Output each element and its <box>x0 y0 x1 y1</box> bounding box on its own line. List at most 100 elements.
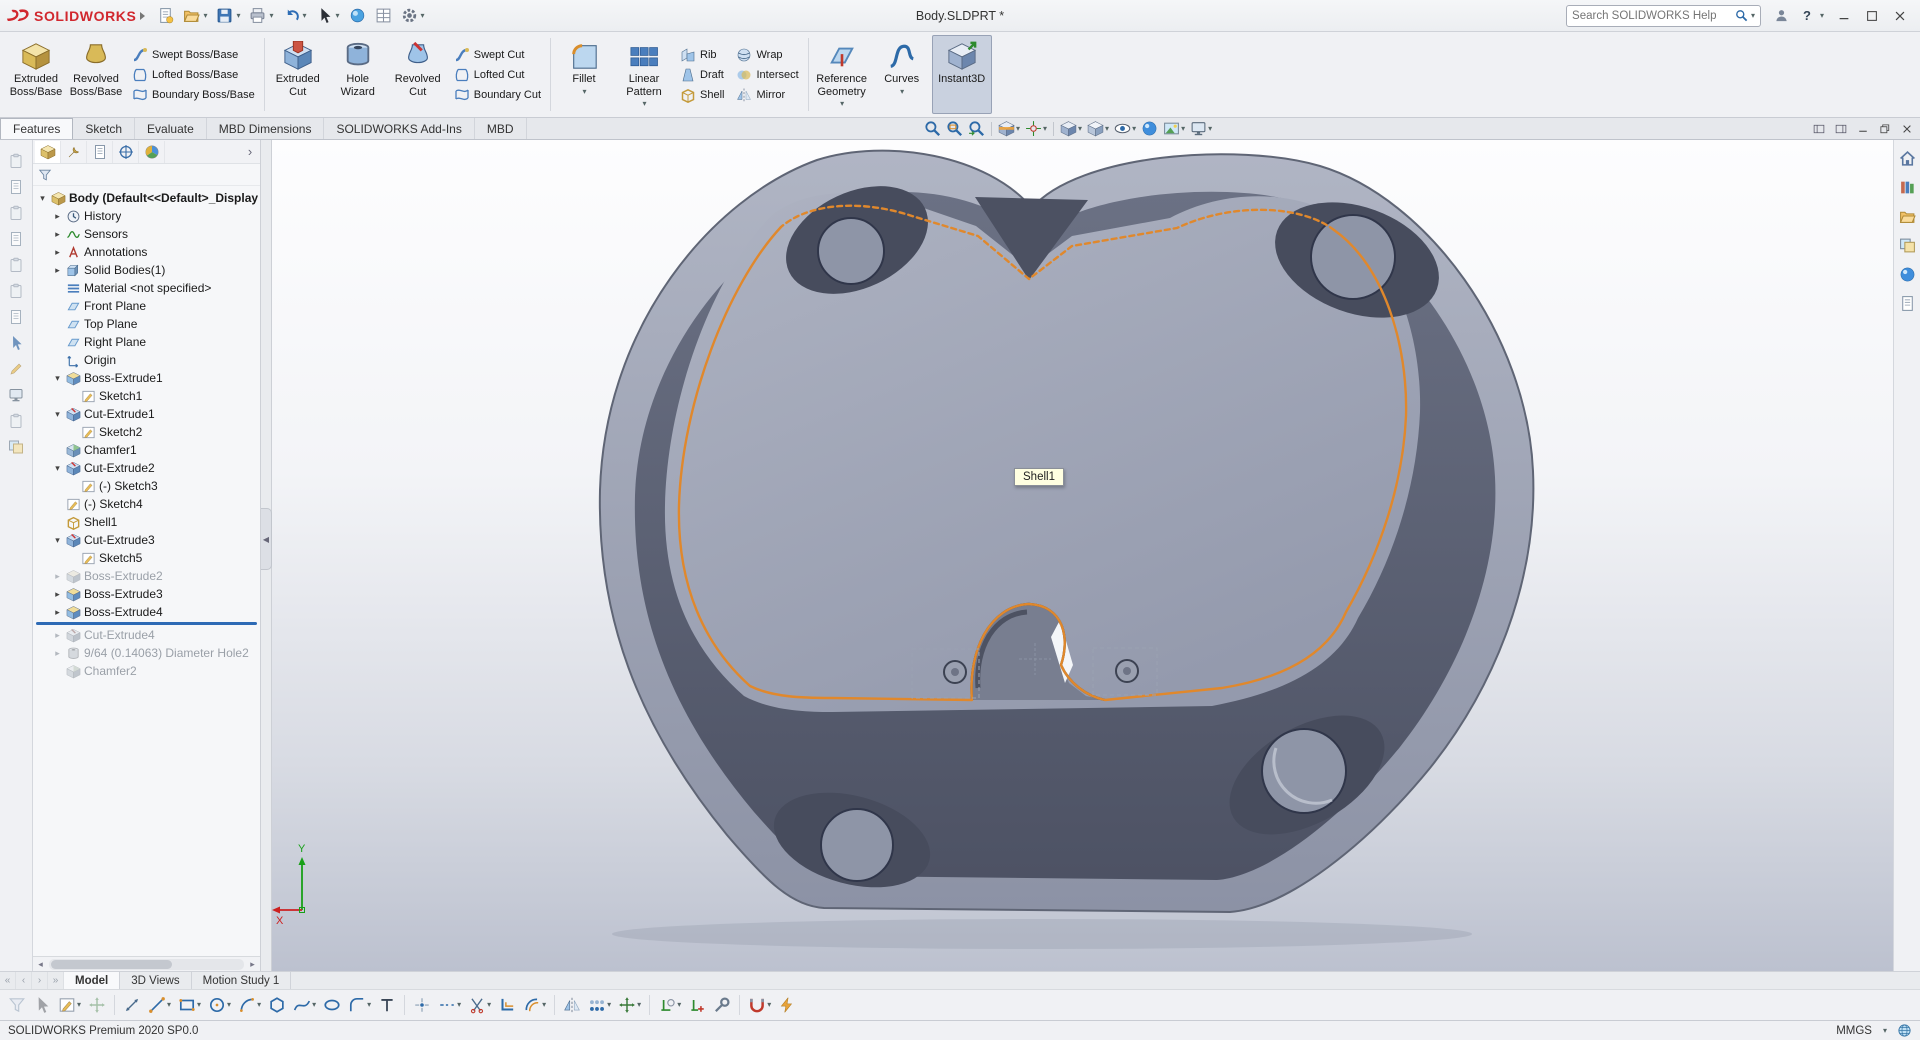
tree-item-material-not-specified[interactable]: Material <not specified> <box>33 279 260 297</box>
help-search-box[interactable]: ▾ <box>1566 5 1761 27</box>
expand-arrow-icon[interactable]: ▸ <box>52 589 63 600</box>
left-rail-button-8[interactable] <box>4 332 28 353</box>
polygon-button[interactable] <box>265 994 289 1016</box>
text-button[interactable] <box>375 994 399 1016</box>
tab-sketch[interactable]: Sketch <box>73 118 135 139</box>
units-caret-icon[interactable]: ▾ <box>1883 1027 1887 1035</box>
left-rail-button-12[interactable] <box>4 436 28 457</box>
hide-show-items-button[interactable]: ▾ <box>1112 119 1138 138</box>
doc-tab-nav-4[interactable]: » <box>48 972 64 989</box>
tree-item-cut-extrude4[interactable]: ▸Cut-Extrude4 <box>33 626 260 644</box>
solidworks-resources-tab[interactable] <box>1896 148 1918 168</box>
propertymanager-tab[interactable] <box>61 141 87 163</box>
panel-splitter[interactable]: ◀ <box>261 140 272 971</box>
tree-item-solid-bodies-1[interactable]: ▸Solid Bodies(1) <box>33 261 260 279</box>
scrollbar-thumb[interactable] <box>51 960 172 969</box>
section-view-button[interactable]: ▾ <box>996 119 1022 138</box>
tree-item-boss-extrude3[interactable]: ▸Boss-Extrude3 <box>33 585 260 603</box>
close-button[interactable] <box>1886 5 1914 27</box>
left-rail-button-10[interactable] <box>4 384 28 405</box>
dropdown-caret-icon[interactable]: ▾ <box>637 1001 641 1009</box>
tab-evaluate[interactable]: Evaluate <box>135 118 207 139</box>
units-selector[interactable]: MMGS <box>1836 1025 1872 1037</box>
scroll-left-icon[interactable]: ◂ <box>33 959 48 970</box>
left-rail-button-7[interactable] <box>4 306 28 327</box>
spline-button[interactable]: ▾ <box>290 994 319 1016</box>
sketch-button[interactable]: ▾ <box>55 994 84 1016</box>
left-rail-button-4[interactable] <box>4 228 28 249</box>
tree-item-body-default-default-display-sta[interactable]: ▾Body (Default<<Default>_Display Sta <box>33 189 260 207</box>
tree-item-shell1[interactable]: Shell1 <box>33 513 260 531</box>
line-button[interactable]: ▾ <box>145 994 174 1016</box>
select-button[interactable] <box>30 994 54 1016</box>
online-status-button[interactable] <box>1897 1023 1912 1038</box>
graphics-viewport[interactable]: Y X Shell1 <box>272 140 1893 971</box>
dropdown-caret-icon[interactable]: ▾ <box>77 1001 81 1009</box>
expand-arrow-icon[interactable]: ▾ <box>37 193 48 204</box>
linear-pattern-button[interactable]: Linear Pattern▾ <box>614 35 674 114</box>
appearances-scenes-tab[interactable] <box>1896 264 1918 284</box>
file-properties-button[interactable] <box>371 4 396 27</box>
options-button[interactable]: ▾ <box>397 4 429 27</box>
undo-button[interactable]: ▾ <box>279 4 311 27</box>
dropdown-caret-icon[interactable]: ▾ <box>1181 125 1185 133</box>
previous-view-button[interactable] <box>966 119 987 138</box>
curves-button[interactable]: Curves▾ <box>872 35 932 114</box>
dropdown-caret-icon[interactable]: ▾ <box>1208 125 1212 133</box>
dropdown-caret-icon[interactable]: ▾ <box>542 1001 546 1009</box>
left-rail-button-3[interactable] <box>4 202 28 223</box>
swept-cut-button[interactable]: Swept Cut <box>451 46 544 64</box>
extruded-boss-base-button[interactable]: Extruded Boss/Base <box>6 35 66 114</box>
search-input[interactable] <box>1572 10 1731 22</box>
minimize-document-button[interactable] <box>1853 120 1873 138</box>
linear-sketch-pattern-button[interactable]: ▾ <box>585 994 614 1016</box>
doc-tab-model[interactable]: Model <box>64 972 120 989</box>
wrap-button[interactable]: Wrap <box>733 46 801 64</box>
dropdown-caret-icon[interactable]: ▾ <box>336 12 340 20</box>
left-rail-button-5[interactable] <box>4 254 28 275</box>
rollback-bar[interactable] <box>36 622 257 625</box>
expand-arrow-icon[interactable]: ▸ <box>52 229 63 240</box>
design-library-tab[interactable] <box>1896 177 1918 197</box>
close-document-button[interactable] <box>1897 120 1917 138</box>
mirror-button[interactable]: Mirror <box>733 86 801 104</box>
view-orientation-button[interactable]: ▾ <box>1058 119 1084 138</box>
tab-solidworks-add-ins[interactable]: SOLIDWORKS Add-Ins <box>324 118 474 139</box>
dropdown-caret-icon[interactable]: ▾ <box>257 1001 261 1009</box>
3d-model-heart-part[interactable]: Y X <box>272 140 1893 971</box>
new-document-button[interactable] <box>153 4 178 27</box>
select-button[interactable]: ▾ <box>312 4 344 27</box>
tree-item-cut-extrude1[interactable]: ▾Cut-Extrude1 <box>33 405 260 423</box>
tree-item-cut-extrude3[interactable]: ▾Cut-Extrude3 <box>33 531 260 549</box>
revolved-boss-base-button[interactable]: Revolved Boss/Base <box>66 35 126 114</box>
tab-features[interactable]: Features <box>0 118 73 139</box>
open-button[interactable]: ▾ <box>179 4 211 27</box>
previous-pane-button[interactable] <box>1809 120 1829 138</box>
expand-arrow-icon[interactable]: ▸ <box>52 648 63 659</box>
dropdown-caret-icon[interactable]: ▾ <box>203 12 207 20</box>
dynamic-annotation-views-button[interactable]: ▾ <box>1023 119 1049 138</box>
dropdown-caret-icon[interactable]: ▾ <box>457 1001 461 1009</box>
expand-arrow-icon[interactable]: ▾ <box>52 373 63 384</box>
doc-tab-nav-1[interactable]: « <box>0 972 16 989</box>
tree-item-history[interactable]: ▸History <box>33 207 260 225</box>
offset-entities-button[interactable]: ▾ <box>520 994 549 1016</box>
help-caret-icon[interactable]: ▾ <box>1820 12 1824 20</box>
tree-item-right-plane[interactable]: Right Plane <box>33 333 260 351</box>
left-rail-button-1[interactable] <box>4 150 28 171</box>
left-rail-button-9[interactable] <box>4 358 28 379</box>
sketch-fillet-button[interactable]: ▾ <box>345 994 374 1016</box>
fillet-button[interactable]: Fillet▾ <box>554 35 614 114</box>
next-pane-button[interactable] <box>1831 120 1851 138</box>
corner-rectangle-button[interactable]: ▾ <box>175 994 204 1016</box>
tree-item-boss-extrude4[interactable]: ▸Boss-Extrude4 <box>33 603 260 621</box>
tree-item-boss-extrude2[interactable]: ▸Boss-Extrude2 <box>33 567 260 585</box>
instant3d-button[interactable]: Instant3D <box>932 35 992 114</box>
custom-properties-tab[interactable] <box>1896 293 1918 313</box>
tree-item-chamfer1[interactable]: Chamfer1 <box>33 441 260 459</box>
help-button[interactable]: ? <box>1801 8 1813 23</box>
dropdown-caret-icon[interactable]: ▾ <box>1132 125 1136 133</box>
tree-item-sketch1[interactable]: Sketch1 <box>33 387 260 405</box>
expand-arrow-icon[interactable]: ▸ <box>52 630 63 641</box>
revolved-cut-button[interactable]: Revolved Cut <box>388 35 448 114</box>
